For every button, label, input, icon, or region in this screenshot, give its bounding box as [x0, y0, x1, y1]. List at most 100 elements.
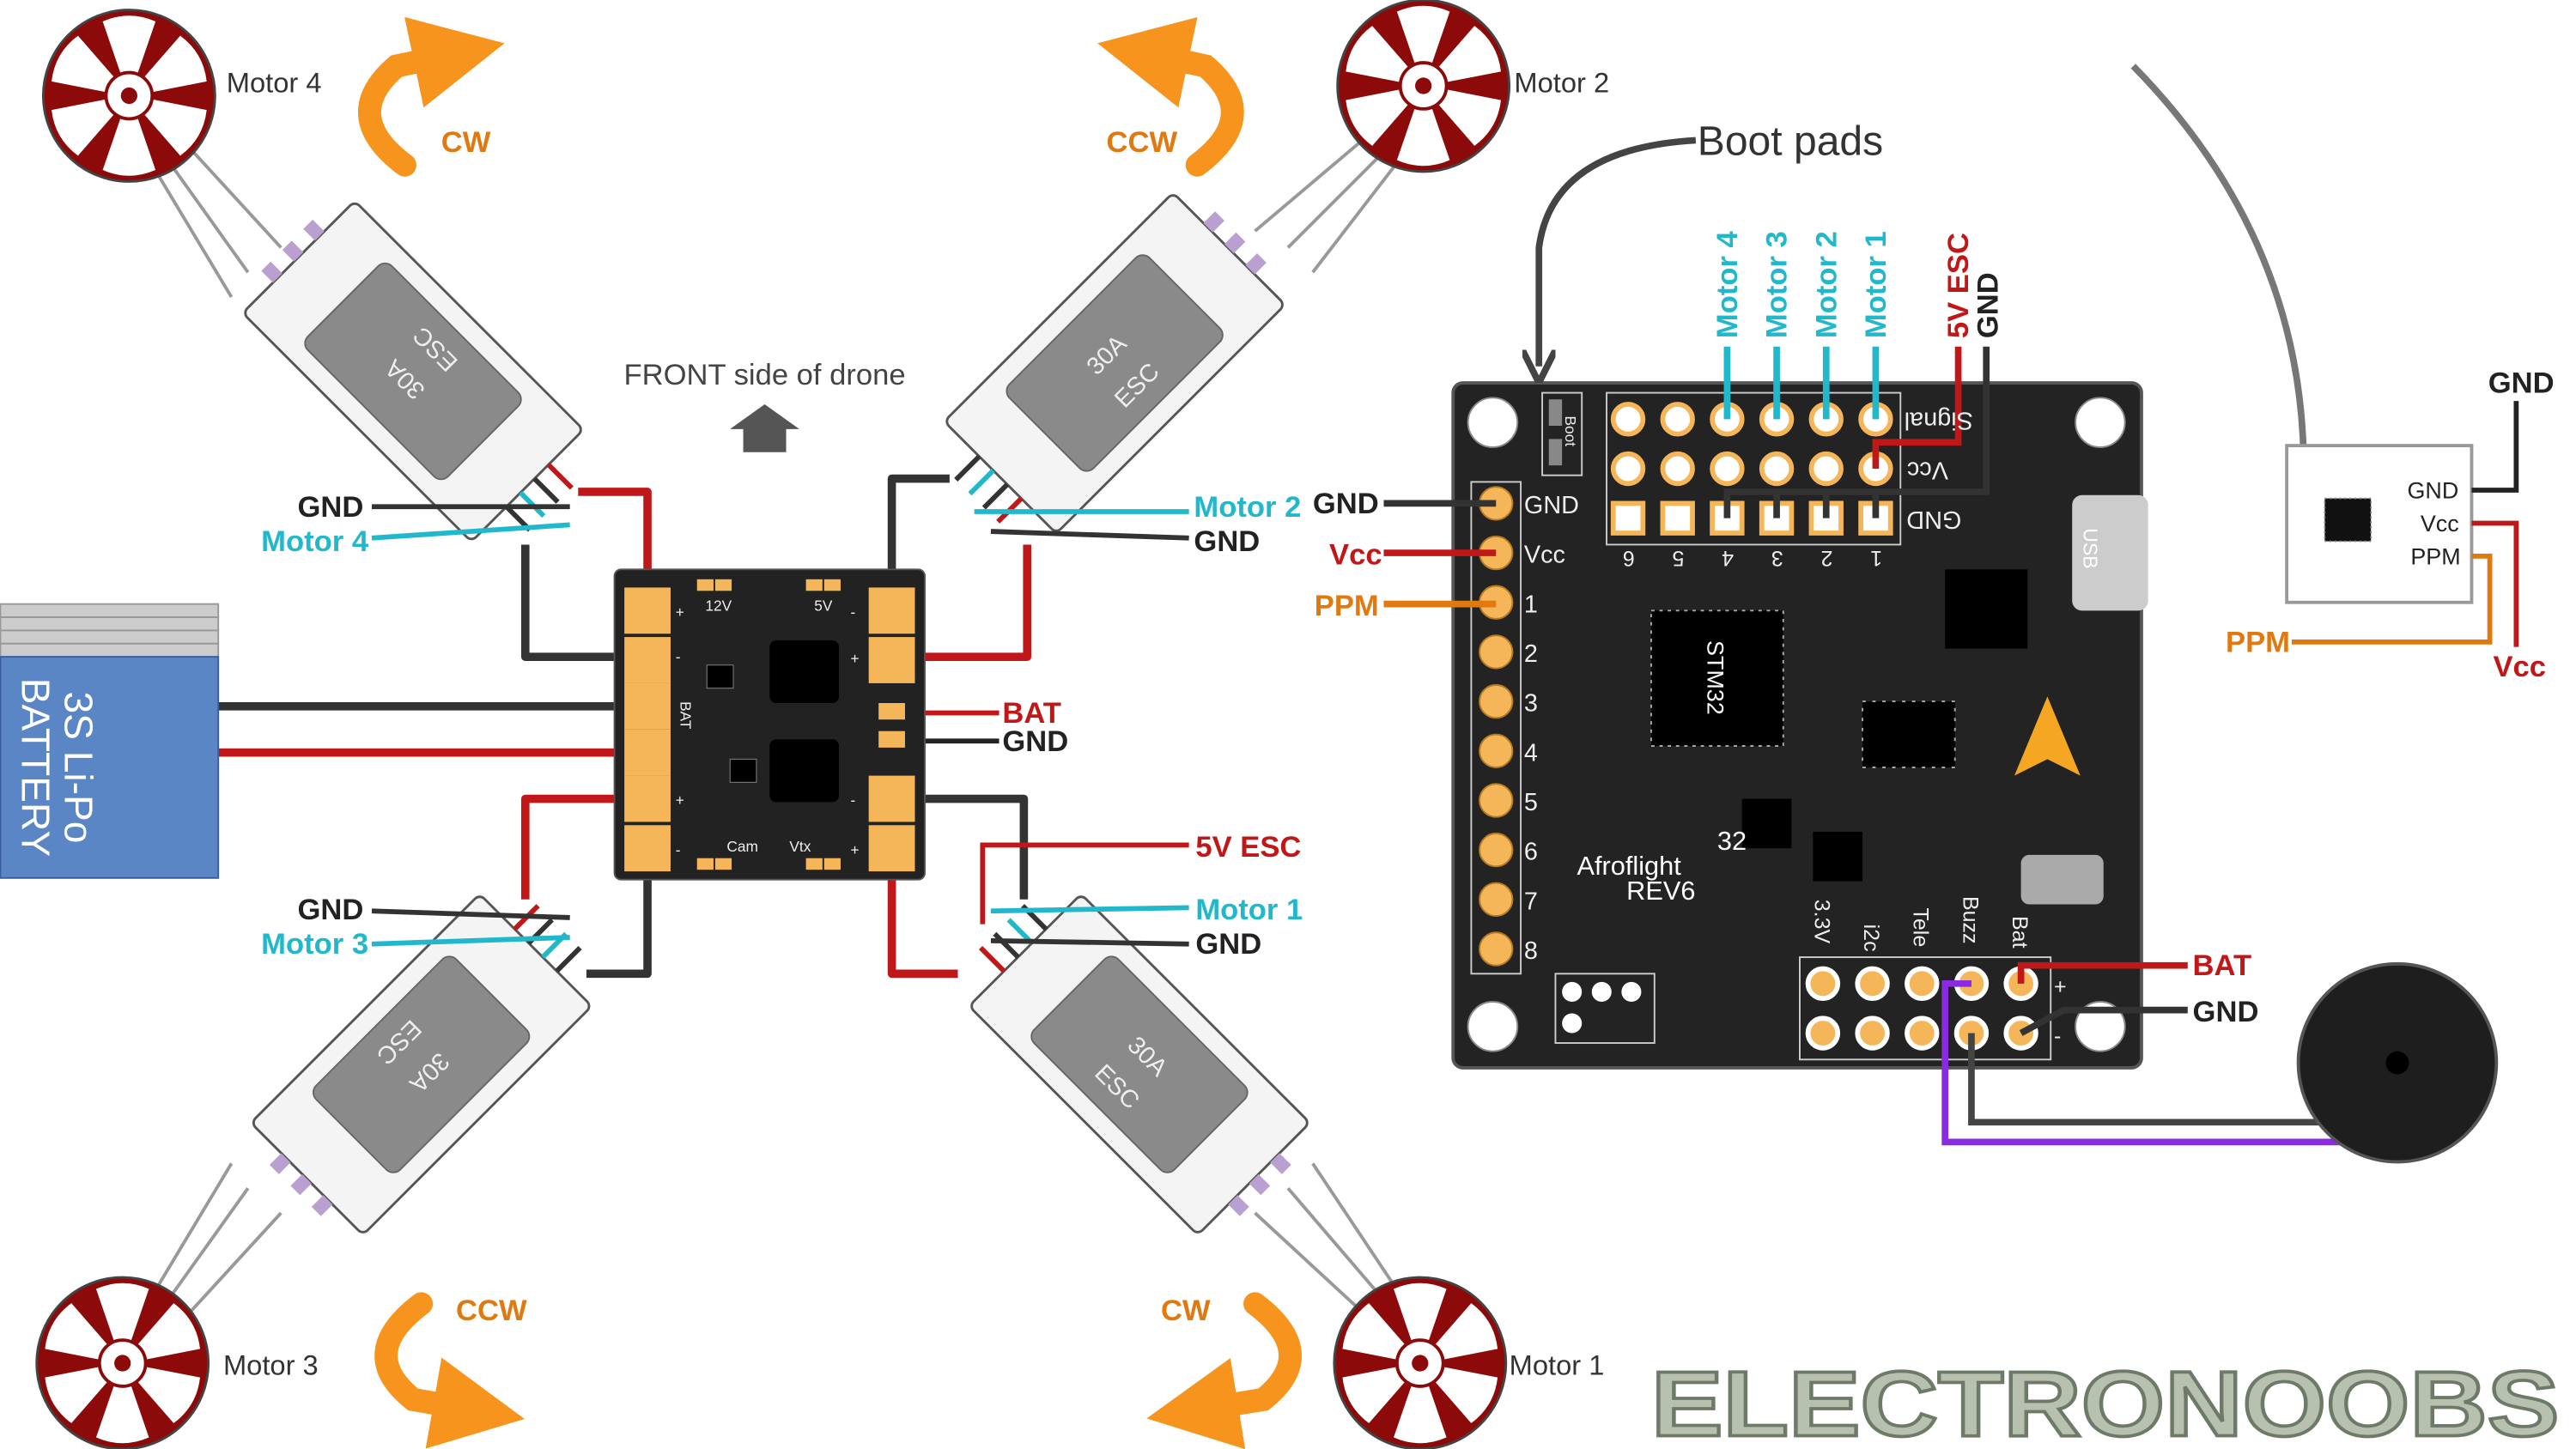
- col-number: 1: [1870, 546, 1882, 570]
- motor-label: Motor 4: [227, 67, 322, 99]
- rotation-label: CCW: [456, 1294, 527, 1327]
- boot-pads-arrow: [1539, 136, 1697, 366]
- fc-name: 32: [1717, 826, 1747, 856]
- esc-motor-1: 30A ESC: [945, 870, 1321, 1246]
- row-label-signal: Signal: [1905, 407, 1973, 434]
- pad-sign: -: [2054, 1024, 2061, 1048]
- motor-1: Motor 1: [1332, 1276, 1605, 1449]
- receiver-wire-gnd: GND: [2488, 367, 2555, 400]
- receiver-pin: Vcc: [2421, 511, 2459, 537]
- pdb-12v-label: 12V: [705, 597, 732, 614]
- header-label: 1: [1524, 591, 1538, 618]
- motor-label: Motor 2: [1514, 67, 1609, 99]
- motor-label: Motor 3: [223, 1349, 319, 1380]
- header-label: Tele: [1909, 907, 1933, 947]
- wire-label-gnd: GND: [297, 491, 363, 524]
- pad-sign: -: [851, 603, 856, 621]
- header-label: Buzz: [1958, 896, 1982, 944]
- up-arrow-icon: [730, 404, 799, 452]
- header-label: Vcc: [1524, 542, 1565, 569]
- wire-label-gnd: GND: [297, 894, 363, 926]
- fc-wire-label: Motor 4: [1711, 230, 1744, 338]
- usb-label: USB: [2080, 528, 2102, 568]
- header-label: 6: [1524, 839, 1538, 866]
- col-number: 6: [1623, 546, 1635, 570]
- row-label-gnd: GND: [1906, 506, 1961, 533]
- receiver: GND Vcc PPM: [2130, 64, 2519, 647]
- buzzer: [2296, 961, 2499, 1164]
- header-label: i2c: [1859, 925, 1883, 952]
- quadcopter-wiring-diagram: Motor 4 Motor 2 Motor 3 Motor 1 CW CCW C…: [0, 0, 2561, 1449]
- header-label: 2: [1524, 640, 1538, 668]
- propeller-icon: [1335, 0, 1511, 173]
- wire-label-motor2: Motor 2: [1194, 491, 1301, 524]
- fc-wire-label-gnd: GND: [1972, 272, 2005, 338]
- header-label: Bat: [2008, 916, 2032, 949]
- fc-name: REV6: [1626, 876, 1695, 906]
- header-label: 3.3V: [1809, 900, 1833, 944]
- pad-sign: +: [676, 791, 684, 809]
- fc-wire-label: Motor 3: [1761, 231, 1794, 338]
- flight-controller: Boot Boot pads Motor 4 Motor 3 Motor 2 M…: [1313, 118, 2148, 1070]
- col-number: 2: [1821, 546, 1833, 570]
- pad-sign: -: [851, 791, 856, 809]
- fc-wire-label-gnd: GND: [1313, 488, 1379, 520]
- battery-label: BATTERY: [13, 678, 58, 857]
- receiver-wire-ppm: PPM: [2226, 626, 2290, 658]
- receiver-pin: GND: [2407, 478, 2458, 504]
- fc-wire-label-ppm: PPM: [1315, 590, 1379, 622]
- motor-2: Motor 2: [1335, 0, 1609, 173]
- propeller-icon: [41, 8, 217, 184]
- receiver-pin: PPM: [2410, 544, 2460, 570]
- header-label: 8: [1524, 937, 1538, 965]
- row-label-vcc: Vcc: [1907, 456, 1948, 483]
- header-label: 7: [1524, 888, 1538, 915]
- boot-pads-label: Boot pads: [1698, 118, 1883, 165]
- mcu-label: STM32: [1702, 640, 1728, 715]
- pad-sign: +: [2054, 974, 2067, 998]
- rotation-label: CW: [1161, 1294, 1211, 1327]
- wire-label-5v-esc: 5V ESC: [1195, 831, 1301, 864]
- propeller-icon: [1332, 1276, 1508, 1449]
- motor-label: Motor 1: [1510, 1349, 1605, 1380]
- receiver-wire-vcc: Vcc: [2493, 651, 2546, 683]
- pad-sign: +: [851, 841, 860, 858]
- fc-wire-label-gnd: GND: [2193, 996, 2259, 1028]
- esc-motor-3: 30A ESC: [240, 870, 616, 1246]
- rotation-label: CCW: [1107, 126, 1178, 159]
- battery-label: 3S Li-Po: [56, 692, 100, 844]
- electronoobs-logo: ELECTRONOOBS: [1651, 1353, 2559, 1449]
- boot-label: Boot: [1562, 415, 1579, 446]
- battery: 3S Li-Po BATTERY: [0, 603, 220, 879]
- fc-wire-label-vcc: Vcc: [1329, 539, 1382, 572]
- col-number: 4: [1722, 546, 1734, 570]
- wire-label-gnd: GND: [1194, 525, 1260, 558]
- power-distribution-board: 12V 5V Cam Vtx BAT + - + - - + - +: [613, 568, 927, 881]
- motor-4: Motor 4: [41, 8, 322, 184]
- header-label: GND: [1524, 492, 1579, 519]
- col-number: 3: [1771, 546, 1783, 570]
- pdb-cam-label: Cam: [726, 838, 758, 855]
- wire-label-motor1: Motor 1: [1195, 894, 1303, 926]
- pdb-vtx-label: Vtx: [789, 838, 811, 855]
- fc-wire-label-bat: BAT: [2193, 949, 2252, 982]
- header-label: 5: [1524, 789, 1538, 816]
- wire-label-motor3: Motor 3: [261, 928, 368, 961]
- pdb-bat-label: BAT: [677, 701, 695, 730]
- pdb-5v-label: 5V: [814, 597, 833, 614]
- col-number: 5: [1673, 546, 1685, 570]
- wire-label-gnd: GND: [1002, 725, 1068, 758]
- pad-sign: -: [676, 841, 681, 858]
- pad-sign: +: [676, 603, 684, 621]
- header-label: 4: [1524, 739, 1538, 767]
- pad-sign: -: [676, 648, 681, 665]
- pad-sign: +: [851, 650, 860, 667]
- wire-label-gnd: GND: [1195, 928, 1261, 961]
- motor-3: Motor 3: [34, 1276, 319, 1449]
- wire-label-motor4: Motor 4: [261, 525, 369, 558]
- fc-wire-label-5v-esc: 5V ESC: [1942, 233, 1975, 338]
- header-label: 3: [1524, 690, 1538, 718]
- rotation-label: CW: [441, 126, 491, 159]
- fc-wire-label: Motor 2: [1810, 231, 1843, 338]
- propeller-icon: [34, 1276, 210, 1449]
